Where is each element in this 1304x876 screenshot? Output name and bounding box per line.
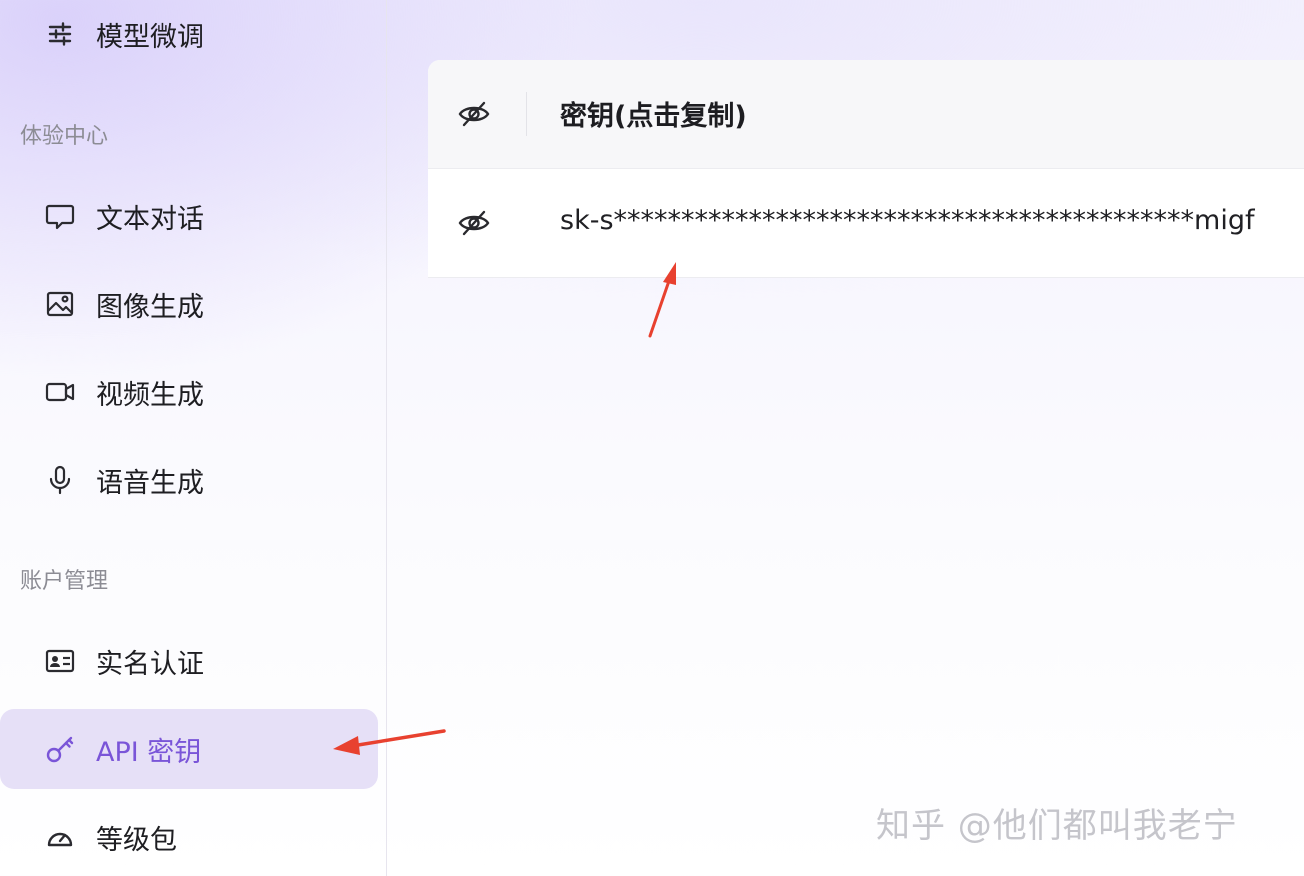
sidebar-item-model-finetune[interactable]: 模型微调 [0, 0, 378, 74]
api-key-table: 密钥(点击复制) sk-s***************************… [428, 60, 1304, 278]
gauge-icon [42, 819, 78, 855]
sidebar-item-label: 实名认证 [96, 648, 204, 680]
section-title-account: 账户管理 [20, 569, 109, 594]
sidebar-item-real-name-verification[interactable]: 实名认证 [0, 621, 378, 701]
table-header: 密钥(点击复制) [428, 60, 1304, 169]
sidebar-item-label: API 密钥 [96, 736, 202, 768]
sidebar-item-voice-generation[interactable]: 语音生成 [0, 440, 378, 520]
image-icon [42, 286, 78, 322]
api-key-value[interactable]: sk-s************************************… [560, 205, 1254, 236]
sidebar-item-level-package[interactable]: 等级包 [0, 797, 378, 876]
sidebar-item-text-chat[interactable]: 文本对话 [0, 176, 378, 256]
id-card-icon [42, 643, 78, 679]
sliders-icon [42, 16, 78, 52]
sidebar-item-api-keys[interactable]: API 密钥 [0, 709, 378, 789]
key-column-header[interactable]: 密钥(点击复制) [560, 94, 747, 133]
microphone-icon [42, 462, 78, 498]
eye-off-icon[interactable] [456, 205, 492, 241]
video-icon [42, 374, 78, 410]
key-icon [42, 731, 78, 767]
sidebar-item-label: 模型微调 [96, 21, 204, 53]
chat-icon [42, 198, 78, 234]
column-divider [526, 92, 527, 136]
sidebar-item-image-generation[interactable]: 图像生成 [0, 264, 378, 344]
sidebar-item-label: 等级包 [96, 824, 177, 856]
sidebar-item-label: 图像生成 [96, 291, 204, 323]
table-row: sk-s************************************… [428, 169, 1304, 278]
section-title-experience: 体验中心 [20, 124, 109, 149]
sidebar-item-label: 视频生成 [96, 379, 204, 411]
watermark: 知乎 @他们都叫我老宁 [876, 806, 1238, 846]
sidebar-item-video-generation[interactable]: 视频生成 [0, 352, 378, 432]
sidebar-item-label: 语音生成 [96, 467, 204, 499]
sidebar: 模型微调 体验中心 文本对话 图像生成 视频生成 语音生成 账户管理 实名认证 … [0, 0, 387, 876]
eye-off-icon[interactable] [456, 96, 492, 132]
sidebar-item-label: 文本对话 [96, 203, 204, 235]
